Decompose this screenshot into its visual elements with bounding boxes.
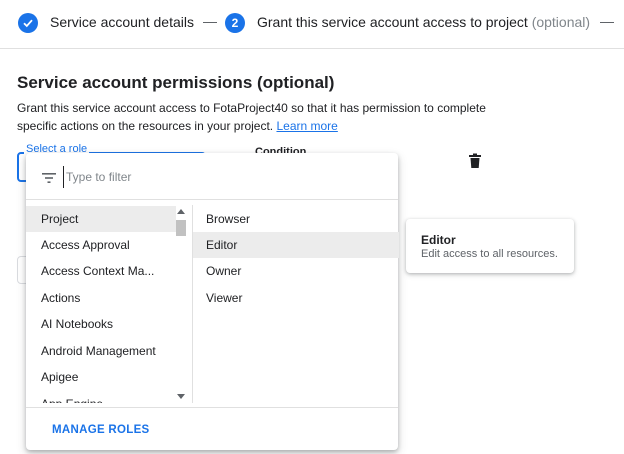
service-item-actions[interactable]: Actions (26, 285, 190, 311)
menu-footer: MANAGE ROLES (26, 407, 398, 451)
service-item-access-approval[interactable]: Access Approval (26, 232, 190, 258)
role-description-card: Editor Edit access to all resources. (406, 219, 574, 273)
step-2-number: 2 (225, 13, 245, 33)
service-item-project[interactable]: Project (26, 206, 176, 232)
step-2-optional: (optional) (531, 14, 591, 30)
role-card-title: Editor (421, 233, 456, 247)
filter-input[interactable] (63, 166, 368, 188)
page-title: Service account permissions (optional) (17, 73, 335, 92)
filter-icon (42, 170, 56, 183)
role-list: Browser Editor Owner Viewer (192, 205, 399, 403)
role-card-description: Edit access to all resources. (421, 248, 558, 260)
scroll-down-arrow-icon[interactable] (177, 394, 185, 399)
role-item-editor[interactable]: Editor (193, 232, 399, 258)
service-item-ai-notebooks[interactable]: AI Notebooks (26, 311, 190, 337)
stepper: Service account details 2 Grant this ser… (0, 0, 624, 49)
manage-roles-button[interactable]: MANAGE ROLES (52, 424, 150, 436)
step-1-label[interactable]: Service account details (50, 14, 194, 30)
description-text: Grant this service account access to Fot… (17, 101, 486, 133)
role-item-viewer[interactable]: Viewer (193, 285, 399, 311)
learn-more-link[interactable]: Learn more (276, 119, 337, 133)
service-item-app-engine[interactable]: App Engine (26, 391, 190, 403)
service-list-scrollbar[interactable] (174, 205, 188, 403)
role-item-owner[interactable]: Owner (193, 258, 399, 284)
service-list: Project Access Approval Access Context M… (26, 205, 190, 403)
step-2-label[interactable]: Grant this service account access to pro… (257, 14, 590, 30)
service-item-access-context-manager[interactable]: Access Context Ma... (26, 258, 190, 284)
service-item-android-management[interactable]: Android Management (26, 338, 190, 364)
role-item-browser[interactable]: Browser (193, 206, 399, 232)
filter-row (26, 153, 398, 200)
step-divider-2 (600, 22, 614, 23)
section-description: Grant this service account access to Fot… (17, 99, 507, 135)
check-icon (18, 13, 38, 33)
scroll-up-arrow-icon[interactable] (177, 209, 185, 214)
service-item-apigee[interactable]: Apigee (26, 364, 190, 390)
delete-icon[interactable] (468, 153, 482, 169)
step-divider (203, 22, 217, 23)
step-2-title: Grant this service account access to pro… (257, 14, 528, 30)
role-dropdown-menu: Project Access Approval Access Context M… (26, 153, 399, 451)
scroll-thumb[interactable] (176, 220, 186, 236)
